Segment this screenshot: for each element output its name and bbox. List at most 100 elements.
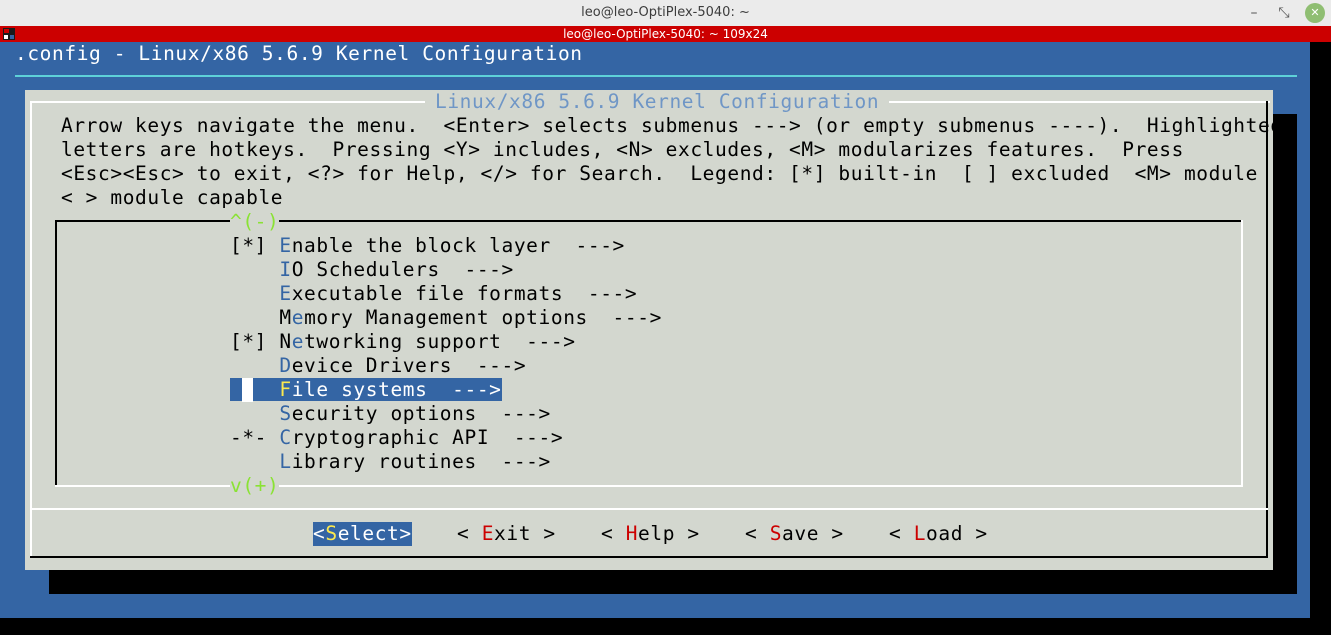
menu-item-text: xecutable file formats ---> bbox=[291, 282, 638, 305]
dialog-title: Linux/x86 5.6.9 Kernel Configuration bbox=[425, 90, 890, 114]
menu-item-text: O Schedulers ---> bbox=[291, 258, 514, 281]
menu-item-hotkey: C bbox=[279, 426, 292, 449]
button-bracket: < bbox=[313, 522, 326, 545]
text-cursor bbox=[242, 378, 253, 402]
dialog-shadow-right bbox=[1273, 114, 1297, 594]
window-title: leo@leo-OptiPlex-5040: ~ bbox=[581, 5, 750, 20]
menu-item-label: Cryptographic API ---> bbox=[279, 426, 563, 449]
menu-item-hotkey: e bbox=[291, 330, 305, 353]
menu-item-text: M bbox=[279, 306, 292, 329]
menu-item-text: ecurity options ---> bbox=[291, 402, 551, 425]
title-underline bbox=[15, 75, 1297, 77]
button-hotkey: E bbox=[481, 522, 495, 545]
menu-item[interactable]: [*] Networking support ---> bbox=[230, 330, 576, 354]
help-button[interactable]: < Help > bbox=[601, 522, 700, 546]
dialog-border-bottom bbox=[30, 556, 1268, 558]
terminal-icon bbox=[3, 28, 15, 40]
button-bracket: < bbox=[889, 522, 914, 545]
button-hotkey: H bbox=[625, 522, 639, 545]
menu-item[interactable]: Device Drivers ---> bbox=[230, 354, 526, 378]
menu-item-state bbox=[230, 402, 279, 425]
menu-item-text: ibrary routines ---> bbox=[291, 450, 551, 473]
button-bracket: > bbox=[675, 522, 700, 545]
menu-item-state: [*] bbox=[230, 330, 280, 353]
restore-icon[interactable]: ⤡ bbox=[1274, 3, 1294, 23]
menu-item-hotkey: S bbox=[279, 402, 292, 425]
help-line-2: letters are hotkeys. Pressing <Y> includ… bbox=[61, 138, 1184, 161]
menu-item-state: [*] bbox=[230, 234, 280, 257]
menu-item-hotkey: E bbox=[279, 234, 292, 257]
menu-item-state bbox=[230, 306, 279, 329]
dialog-shadow-bottom bbox=[49, 570, 1297, 594]
button-bracket: > bbox=[399, 522, 412, 545]
menu-item[interactable]: Security options ---> bbox=[230, 402, 551, 426]
menu-item-label: File systems ---> bbox=[279, 378, 502, 401]
menu-item-label: Networking support ---> bbox=[279, 330, 575, 353]
dialog-border-right bbox=[1266, 101, 1268, 558]
close-icon[interactable]: ✕ bbox=[1305, 3, 1325, 23]
exit-button[interactable]: < Exit > bbox=[457, 522, 556, 546]
button-bracket: < bbox=[601, 522, 626, 545]
menu-item-state bbox=[230, 282, 279, 305]
menu-item-text: ryptographic API ---> bbox=[291, 426, 564, 449]
menu-item-label: Enable the block layer ---> bbox=[279, 234, 625, 257]
menu-item[interactable]: IO Schedulers ---> bbox=[230, 258, 514, 282]
button-hotkey: L bbox=[913, 522, 927, 545]
scroll-down-indicator: v(+) bbox=[230, 474, 280, 498]
dialog-border-left bbox=[30, 101, 32, 558]
menu-item[interactable]: File systems ---> bbox=[230, 378, 502, 402]
menu-frame-left bbox=[55, 220, 57, 487]
menu-item-state bbox=[230, 450, 279, 473]
button-hotkey: S bbox=[769, 522, 783, 545]
menu-item-state bbox=[230, 378, 280, 401]
menu-item-text: evice Drivers ---> bbox=[291, 354, 527, 377]
button-bracket: < bbox=[457, 522, 482, 545]
menu-item-label: Executable file formats ---> bbox=[279, 282, 637, 305]
button-label: oad bbox=[926, 522, 964, 545]
menu-item-label: Library routines ---> bbox=[279, 450, 550, 473]
button-bracket: > bbox=[531, 522, 556, 545]
menu-item-hotkey: D bbox=[279, 354, 292, 377]
button-separator bbox=[30, 508, 1268, 510]
menu-item[interactable]: Memory Management options ---> bbox=[230, 306, 662, 330]
menu-item-label: Device Drivers ---> bbox=[279, 354, 526, 377]
terminal-title: leo@leo-OptiPlex-5040: ~ 109x24 bbox=[563, 27, 768, 41]
menu-item-label: IO Schedulers ---> bbox=[279, 258, 513, 281]
menu-item-text: ile systems ---> bbox=[291, 378, 502, 401]
scroll-up-indicator: ^(-) bbox=[230, 210, 280, 234]
menu-item-state bbox=[230, 258, 279, 281]
button-hotkey: S bbox=[325, 522, 338, 545]
button-label: elect bbox=[337, 522, 400, 545]
select-button[interactable]: <Select> bbox=[313, 522, 412, 546]
menu-item-label: Security options ---> bbox=[279, 402, 550, 425]
menu-item[interactable]: Executable file formats ---> bbox=[230, 282, 637, 306]
help-line-1: Arrow keys navigate the menu. <Enter> se… bbox=[61, 114, 1283, 137]
menu-item[interactable]: -*- Cryptographic API ---> bbox=[230, 426, 563, 450]
help-line-3: <Esc><Esc> to exit, <?> for Help, </> fo… bbox=[61, 162, 1258, 185]
button-label: ave bbox=[782, 522, 820, 545]
menu-frame-right bbox=[1241, 220, 1243, 487]
load-button[interactable]: < Load > bbox=[889, 522, 988, 546]
menu-item-hotkey: I bbox=[279, 258, 292, 281]
menu-item[interactable]: Library routines ---> bbox=[230, 450, 551, 474]
menu-item-text: N bbox=[279, 330, 292, 353]
button-bracket: > bbox=[819, 522, 844, 545]
menu-item-label: Memory Management options ---> bbox=[279, 306, 662, 329]
menu-item-text: nable the block layer ---> bbox=[291, 234, 625, 257]
button-label: elp bbox=[638, 522, 676, 545]
menu-item-text: mory Management options ---> bbox=[304, 306, 662, 329]
menu-item-hotkey: e bbox=[291, 306, 305, 329]
save-button[interactable]: < Save > bbox=[745, 522, 844, 546]
help-line-4: < > module capable bbox=[61, 186, 284, 209]
menu-item-state bbox=[230, 354, 279, 377]
button-label: xit bbox=[494, 522, 532, 545]
button-bracket: > bbox=[963, 522, 988, 545]
config-file-title: .config - Linux/x86 5.6.9 Kernel Configu… bbox=[15, 42, 583, 65]
menu-item-state: -*- bbox=[230, 426, 280, 449]
menu-item-hotkey: L bbox=[279, 450, 292, 473]
menu-item-hotkey: F bbox=[279, 378, 292, 401]
menu-item-text: tworking support ---> bbox=[304, 330, 576, 353]
minimize-icon[interactable]: – bbox=[1244, 3, 1264, 23]
button-bracket: < bbox=[745, 522, 770, 545]
menu-item[interactable]: [*] Enable the block layer ---> bbox=[230, 234, 625, 258]
